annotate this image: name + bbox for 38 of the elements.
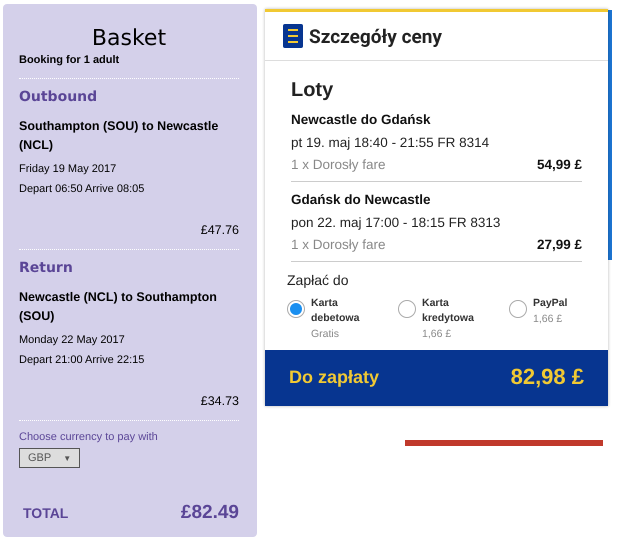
booking-summary: Booking for 1 adult bbox=[19, 54, 120, 66]
flight-schedule: pon 22. maj 17:00 - 18:15 FR 8313 bbox=[291, 215, 502, 230]
fare-price: 54,99 £ bbox=[536, 157, 582, 172]
payment-fee: 1,66 £ bbox=[422, 328, 452, 340]
flight-route: Newcastle do Gdańsk bbox=[291, 112, 432, 127]
total-amount: £82.49 bbox=[180, 502, 239, 524]
payment-fee: 1,66 £ bbox=[533, 313, 564, 325]
leg-date: Friday 19 May 2017 bbox=[19, 163, 118, 175]
leg-times: Depart 21:00 Arrive 22:15 bbox=[19, 354, 146, 366]
payment-fee: Gratis bbox=[311, 328, 340, 340]
leg-times: Depart 06:50 Arrive 08:05 bbox=[19, 183, 146, 195]
leg-heading: Outbound bbox=[19, 89, 98, 105]
total-label: TOTAL bbox=[23, 505, 68, 521]
total-amount: 82,98 £ bbox=[510, 364, 584, 390]
payment-option-label: PayPal bbox=[533, 296, 568, 311]
payment-label: Zapłać do bbox=[287, 272, 350, 288]
leg-price: £34.73 bbox=[200, 394, 239, 408]
fare-price: 27,99 £ bbox=[536, 237, 582, 252]
fare-label: 1 x Dorosły fare bbox=[291, 237, 386, 252]
leg-date: Monday 22 May 2017 bbox=[19, 334, 126, 346]
payment-option-label: Karta debetowa bbox=[311, 296, 360, 326]
flight-schedule: pt 19. maj 18:40 - 21:55 FR 8314 bbox=[291, 135, 490, 150]
fare-label: 1 x Dorosły fare bbox=[291, 157, 386, 172]
section-heading: Loty bbox=[291, 79, 334, 102]
radio-button[interactable] bbox=[398, 300, 416, 318]
radio-button[interactable] bbox=[509, 300, 527, 318]
leg-heading: Return bbox=[19, 260, 74, 276]
payment-option-label: Karta kredytowa bbox=[422, 296, 475, 326]
currency-label: Choose currency to pay with bbox=[19, 431, 159, 443]
flight-route: Gdańsk do Newcastle bbox=[291, 192, 432, 207]
list-icon bbox=[283, 24, 303, 48]
basket-title: Basket bbox=[90, 26, 168, 51]
leg-route: Southampton (SOU) to Newcastle (NCL) bbox=[19, 118, 220, 154]
leg-route: Newcastle (NCL) to Southampton (SOU) bbox=[19, 289, 218, 325]
total-label: Do zapłaty bbox=[289, 366, 380, 388]
panel-title: Szczegóły ceny bbox=[309, 24, 442, 48]
leg-price: £47.76 bbox=[200, 223, 239, 237]
radio-button[interactable] bbox=[287, 300, 305, 318]
